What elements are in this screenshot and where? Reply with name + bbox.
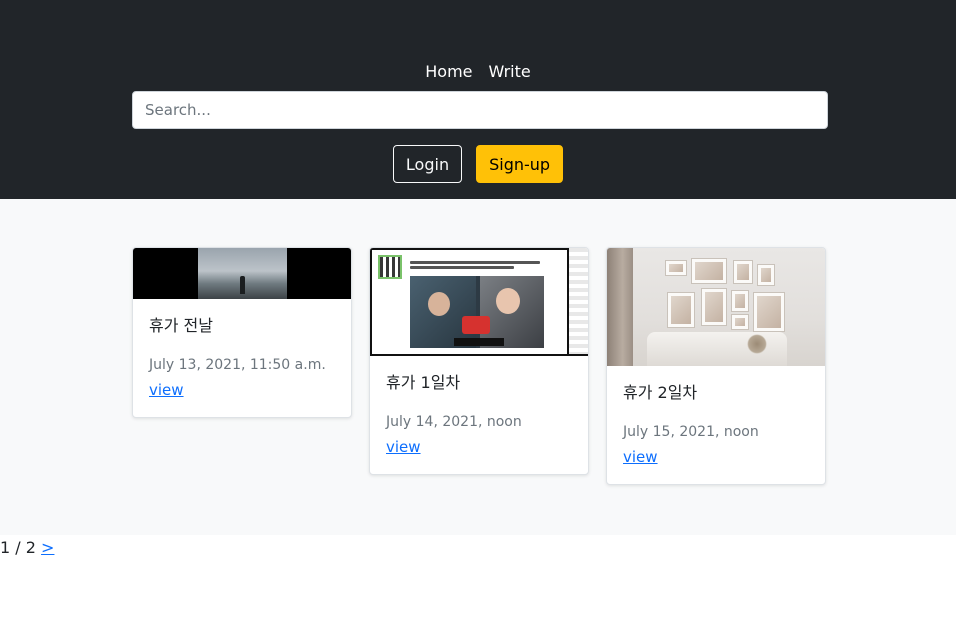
nav-write-link[interactable]: Write (489, 61, 531, 83)
main-nav: Home Write (0, 61, 956, 83)
wall-frame (691, 258, 727, 284)
post-thumbnail (607, 248, 825, 366)
wall-frame (733, 260, 753, 284)
wall-frame (667, 292, 695, 328)
page-total: 2 (25, 538, 36, 557)
person-silhouette (240, 276, 245, 294)
wall-frame (753, 292, 785, 332)
screenshot-sidebar (569, 248, 588, 354)
card-body: 휴가 1일차 July 14, 2021, noon view (370, 356, 588, 474)
page-current: 1 (0, 538, 11, 557)
post-card: 휴가 전날 July 13, 2021, 11:50 a.m. view (132, 247, 352, 418)
next-page-link[interactable]: > (41, 538, 54, 557)
qr-code-icon (378, 255, 402, 279)
post-title: 휴가 전날 (149, 316, 213, 335)
wall-frame (665, 260, 687, 276)
posts-section: 휴가 전날 July 13, 2021, 11:50 a.m. view 휴가 … (0, 199, 956, 535)
wall-frame (731, 290, 749, 312)
post-view-link[interactable]: view (386, 436, 421, 458)
search-input[interactable] (132, 91, 828, 129)
post-date: July 15, 2021, noon (623, 424, 759, 440)
post-date: July 14, 2021, noon (386, 414, 522, 430)
login-button[interactable]: Login (392, 145, 463, 183)
post-thumbnail (133, 248, 351, 299)
plant (747, 334, 767, 354)
wall-frame (757, 264, 775, 286)
curtain (607, 248, 633, 366)
post-title: 휴가 1일차 (386, 373, 461, 392)
post-title: 휴가 2일차 (623, 383, 698, 402)
post-card: 휴가 2일차 July 15, 2021, noon view (606, 247, 826, 485)
auth-buttons: Login Sign-up (0, 145, 956, 183)
wall-frame (701, 288, 727, 326)
card-body: 휴가 2일차 July 15, 2021, noon view (607, 366, 825, 484)
wall-frame (731, 314, 749, 330)
post-view-link[interactable]: view (623, 446, 658, 468)
post-date: July 13, 2021, 11:50 a.m. (149, 357, 326, 373)
nav-home-link[interactable]: Home (425, 61, 472, 83)
post-thumbnail (370, 248, 588, 356)
pagination: 1 / 2 > (0, 538, 54, 558)
banner-text-lines (410, 261, 540, 269)
site-header: Home Write Login Sign-up (0, 0, 956, 199)
post-view-link[interactable]: view (149, 379, 184, 401)
post-card: 휴가 1일차 July 14, 2021, noon view (369, 247, 589, 475)
card-body: 휴가 전날 July 13, 2021, 11:50 a.m. view (133, 299, 351, 417)
page-separator: / (15, 538, 21, 557)
children-photo (410, 276, 544, 348)
signup-button[interactable]: Sign-up (476, 145, 564, 183)
